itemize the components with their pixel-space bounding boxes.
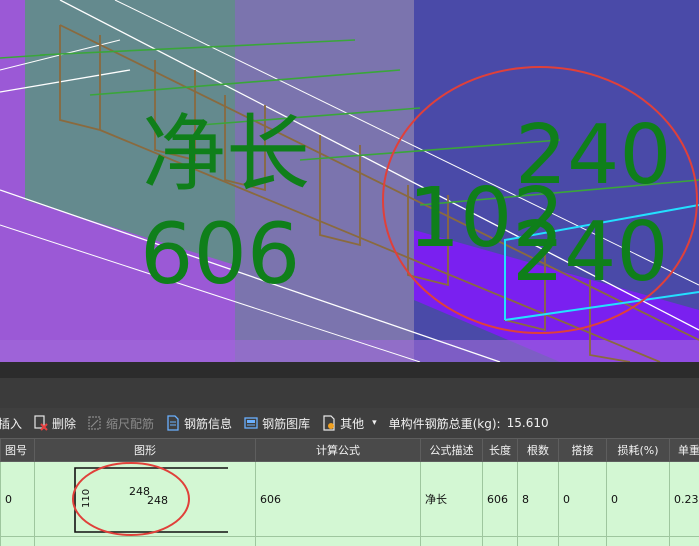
total-weight-label: 单构件钢筋总重(kg): — [388, 416, 501, 431]
gear-document-icon — [322, 415, 336, 431]
header-unit-weight[interactable]: 单重 — [669, 438, 699, 462]
total-weight-display: 单构件钢筋总重(kg): 15.610 — [383, 408, 555, 438]
cell-loss[interactable]: 0 — [606, 461, 670, 537]
total-weight-value: 15.610 — [506, 416, 549, 430]
cell-formula[interactable]: 606 — [255, 461, 421, 537]
dim-label-240-bottom: 240 — [512, 205, 669, 300]
library-icon — [244, 415, 258, 431]
cell-unit-weight[interactable]: 0.239 — [669, 461, 699, 537]
header-fig-no[interactable]: 图号 — [0, 438, 35, 462]
cell-fig-no[interactable]: 0 — [0, 461, 35, 537]
table-row[interactable] — [0, 536, 699, 546]
rebar-info-label: 钢筋信息 — [184, 416, 233, 431]
header-count[interactable]: 根数 — [517, 438, 559, 462]
rebar-library-button[interactable]: 钢筋图库 — [238, 408, 316, 438]
panel-header-strip — [0, 378, 699, 408]
rebar-table: 图号 图形 计算公式 公式描述 长度 根数 搭接 损耗(%) 单重 0 110 … — [0, 438, 699, 546]
header-shape[interactable]: 图形 — [34, 438, 256, 462]
rebar-toolbar: 插入 删除 缩尺配筋 钢筋信息 钢筋图库 其他 ▾ 单构件钢筋总重(kg): 1… — [0, 408, 699, 438]
delete-label: 删除 — [52, 416, 77, 431]
other-label: 其他 — [340, 416, 365, 431]
panel-splitter[interactable] — [0, 362, 699, 378]
cell-overlap[interactable]: 0 — [558, 461, 607, 537]
net-length-value: 606 — [140, 205, 301, 303]
insert-label: 插入 — [0, 416, 23, 431]
rebar-info-button[interactable]: 钢筋信息 — [160, 408, 238, 438]
cell-length[interactable]: 606 — [482, 461, 518, 537]
net-length-title: 净长 — [142, 105, 311, 203]
chevron-down-icon: ▾ — [372, 418, 377, 428]
3d-viewport[interactable]: 净长 606 240 102 240 — [0, 0, 699, 362]
table-header-row: 图号 图形 计算公式 公式描述 长度 根数 搭接 损耗(%) 单重 — [0, 438, 699, 462]
scale-rebar-icon — [88, 415, 102, 431]
document-info-icon — [166, 415, 180, 431]
other-dropdown[interactable]: 其他 ▾ — [316, 408, 383, 438]
header-length[interactable]: 长度 — [482, 438, 518, 462]
header-overlap[interactable]: 搭接 — [558, 438, 607, 462]
rebar-shape-drawing: 110 248 248 — [36, 462, 255, 536]
insert-button[interactable]: 插入 — [0, 408, 28, 438]
delete-icon — [34, 415, 48, 431]
header-loss[interactable]: 损耗(%) — [606, 438, 670, 462]
shape-dim-side: 110 — [81, 488, 92, 508]
header-formula[interactable]: 计算公式 — [255, 438, 421, 462]
rebar-library-label: 钢筋图库 — [262, 416, 311, 431]
shape-dim-bottom: 248 — [147, 494, 168, 507]
scale-rebar-label: 缩尺配筋 — [106, 416, 155, 431]
cell-shape[interactable]: 110 248 248 — [34, 461, 256, 537]
table-row[interactable]: 0 110 248 248 606 净长 606 8 0 0 0.23 — [0, 461, 699, 537]
cell-count[interactable]: 8 — [517, 461, 559, 537]
delete-button[interactable]: 删除 — [28, 408, 82, 438]
cell-desc[interactable]: 净长 — [420, 461, 483, 537]
scale-rebar-button[interactable]: 缩尺配筋 — [82, 408, 160, 438]
header-desc[interactable]: 公式描述 — [420, 438, 483, 462]
